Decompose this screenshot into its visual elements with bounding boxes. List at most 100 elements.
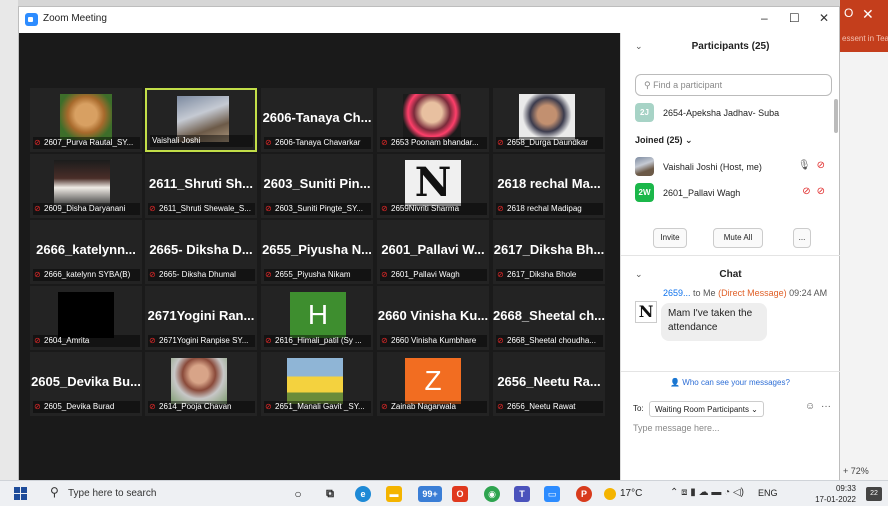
video-tile[interactable]: 2666_katelynn... ⊘ 2666_katelynn SYBA(B): [30, 220, 142, 284]
video-tile[interactable]: N ⊘ 2659Nivriti Sharma: [377, 154, 489, 218]
background-app-icon: O: [844, 6, 854, 20]
video-tile[interactable]: 2660 Vinisha Ku... ⊘ 2660 Vinisha Kumbhare: [377, 286, 489, 350]
taskbar-search[interactable]: Type here to search: [68, 488, 156, 499]
mic-muted-icon: ⊘: [34, 204, 41, 213]
video-tile[interactable]: H ⊘ 2616_Himali_patil (Sy ...: [261, 286, 373, 350]
participant-name-text: 2605_Devika Burad: [44, 402, 115, 411]
chat-dm-label: (Direct Message): [718, 288, 787, 298]
mic-muted-icon: ⊘: [381, 336, 388, 345]
participant-name-label: ⊘ 2666_katelynn SYBA(B): [33, 269, 140, 281]
video-tile[interactable]: 2656_Neetu Ra... ⊘ 2656_Neetu Rawat: [493, 352, 605, 416]
recipient-dropdown[interactable]: Waiting Room Participants ⌄: [649, 401, 764, 417]
participant-video: [60, 94, 112, 140]
background-close-icon[interactable]: ✕: [862, 6, 874, 23]
edge-icon[interactable]: e: [355, 486, 371, 502]
video-off-icon[interactable]: ⊘: [817, 160, 825, 171]
participants-scrollbar[interactable]: [834, 99, 838, 133]
find-participant-input[interactable]: ⚲ Find a participant: [635, 74, 832, 96]
panel-divider: [621, 371, 840, 372]
video-tile[interactable]: 2605_Devika Bu... ⊘ 2605_Devika Burad: [30, 352, 142, 416]
participant-name-text: 2607_Purva Rautal_SY...: [44, 138, 134, 147]
mic-muted-icon: ⊘: [497, 336, 504, 345]
cortana-icon[interactable]: ○: [290, 486, 306, 502]
participant-status-icons: ⊘ ⊘: [802, 186, 825, 197]
chat-input[interactable]: Type message here...: [633, 423, 720, 433]
maximize-button[interactable]: ☐: [789, 11, 800, 25]
who-can-see-link[interactable]: 👤 Who can see your messages?: [621, 378, 839, 387]
participant-name-text: 2656_Neetu Rawat: [507, 402, 576, 411]
video-tile[interactable]: ⊘ 2651_Manali Gavit _SY...: [261, 352, 373, 416]
video-tile[interactable]: 2671Yogini Ran... ⊘ 2671Yogini Ranpise SY.…: [145, 286, 257, 350]
participant-name-text: 2651_Manali Gavit _SY...: [275, 402, 365, 411]
notifications-icon[interactable]: 22: [866, 487, 882, 501]
chrome-icon[interactable]: ◉: [484, 486, 500, 502]
minimize-button[interactable]: –: [761, 11, 768, 25]
participant-display-name: 2665- Diksha D...: [149, 242, 253, 257]
language-indicator[interactable]: ENG: [758, 488, 778, 498]
start-button[interactable]: [14, 487, 28, 501]
mute-all-button[interactable]: Mute All: [713, 228, 763, 248]
participant-display-name: 2617_Diksha Bh...: [493, 242, 605, 257]
participant-display-name: 2605_Devika Bu...: [31, 374, 141, 389]
participant-display-name: 2655_Piyusha N...: [262, 242, 372, 257]
zoom-app-icon: [25, 13, 38, 26]
participant-row[interactable]: Vaishali Joshi (Host, me) 🎙 ⊘: [635, 157, 825, 177]
task-view-icon[interactable]: ⧉: [322, 486, 338, 502]
participant-name-text: 2671Yogini Ranpise SY...: [159, 336, 249, 345]
participant-name-label: ⊘ 2668_Sheetal choudha...: [496, 335, 603, 347]
participant-display-name: 2606-Tanaya Ch...: [262, 110, 372, 125]
video-tile[interactable]: 2603_Suniti Pin... ⊘ 2603_Suniti Pingte_SY…: [261, 154, 373, 218]
participant-name-text: 2604_Amrita: [44, 336, 90, 345]
video-tile[interactable]: Vaishali Joshi: [145, 88, 257, 152]
participant-name-text: 2655_Piyusha Nikam: [275, 270, 351, 279]
chat-sender[interactable]: 2659...: [663, 288, 691, 298]
store-icon[interactable]: 99+: [418, 486, 442, 502]
video-tile[interactable]: 2665- Diksha D... ⊘ 2665- Diksha Dhumal: [145, 220, 257, 284]
window-titlebar: Zoom Meeting – ☐ ✕: [19, 7, 839, 33]
video-tile[interactable]: 2655_Piyusha N... ⊘ 2655_Piyusha Nikam: [261, 220, 373, 284]
avatar: 2J: [635, 103, 654, 122]
search-icon: ⚲: [644, 80, 654, 90]
joined-chevron-icon: ⌄: [685, 135, 693, 145]
mic-muted-icon: ⊘: [265, 204, 272, 213]
participant-display-name: 2666_katelynn...: [36, 242, 136, 257]
video-tile[interactable]: ⊘ 2658_Durga Daundkar: [493, 88, 605, 152]
waiting-participant-row[interactable]: 2J 2654-Apeksha Jadhav- Suba: [635, 103, 825, 123]
mic-muted-icon: ⊘: [381, 402, 388, 411]
participant-name-text: 2606-Tanaya Chavarkar: [275, 138, 361, 147]
mic-muted-icon: ⊘: [149, 270, 156, 279]
mic-muted-icon: ⊘: [149, 402, 156, 411]
joined-header[interactable]: Joined (25) ⌄: [635, 135, 693, 146]
video-tile[interactable]: 2606-Tanaya Ch... ⊘ 2606-Tanaya Chavarkar: [261, 88, 373, 152]
video-tile[interactable]: 2617_Diksha Bh... ⊘ 2617_Diksha Bhole: [493, 220, 605, 284]
video-tile[interactable]: ⊘ 2609_Disha Daryanani: [30, 154, 142, 218]
video-tile[interactable]: ⊘ 2604_Amrita: [30, 286, 142, 350]
participant-video: [171, 358, 227, 404]
more-options-button[interactable]: ...: [793, 228, 811, 248]
video-tile[interactable]: ⊘ 2653 Poonam bhandar...: [377, 88, 489, 152]
close-button[interactable]: ✕: [819, 11, 829, 25]
video-tile[interactable]: 2618 rechal Ma... ⊘ 2618 rechal Madipag: [493, 154, 605, 218]
invite-button[interactable]: Invite: [653, 228, 687, 248]
video-tile[interactable]: ⊘ 2614_Pooja Chavan: [145, 352, 257, 416]
participant-row[interactable]: 2W 2601_Pallavi Wagh ⊘ ⊘: [635, 183, 825, 203]
zoom-taskbar-icon[interactable]: ▭: [544, 486, 560, 502]
office-icon[interactable]: O: [452, 486, 468, 502]
system-tray-icons[interactable]: ⌃ ⧈ ▮ ☁ ▬ ◔ ◁): [670, 487, 744, 498]
weather-icon[interactable]: [604, 488, 616, 500]
video-tile[interactable]: Z ⊘ Zainab Nagarwala: [377, 352, 489, 416]
emoji-icon[interactable]: ☺: [805, 401, 815, 412]
teams-icon[interactable]: T: [514, 486, 530, 502]
video-tile[interactable]: 2611_Shruti Sh... ⊘ 2611_Shruti Shewale_S.…: [145, 154, 257, 218]
mic-on-icon[interactable]: 🎙: [798, 160, 811, 171]
more-icon[interactable]: ···: [821, 401, 831, 412]
powerpoint-icon[interactable]: P: [576, 486, 592, 502]
weather-temp[interactable]: 17°C: [620, 488, 642, 499]
video-tile[interactable]: 2601_Pallavi W... ⊘ 2601_Pallavi Wagh: [377, 220, 489, 284]
file-explorer-icon[interactable]: ▬: [386, 486, 402, 502]
video-tile[interactable]: 2668_Sheetal ch... ⊘ 2668_Sheetal choudha.…: [493, 286, 605, 350]
participant-name-text: Vaishali Joshi: [152, 136, 201, 145]
video-tile[interactable]: ⊘ 2607_Purva Rautal_SY...: [30, 88, 142, 152]
search-icon[interactable]: ⚲: [50, 485, 59, 499]
clock[interactable]: 09:33 17-01-2022: [806, 483, 856, 505]
